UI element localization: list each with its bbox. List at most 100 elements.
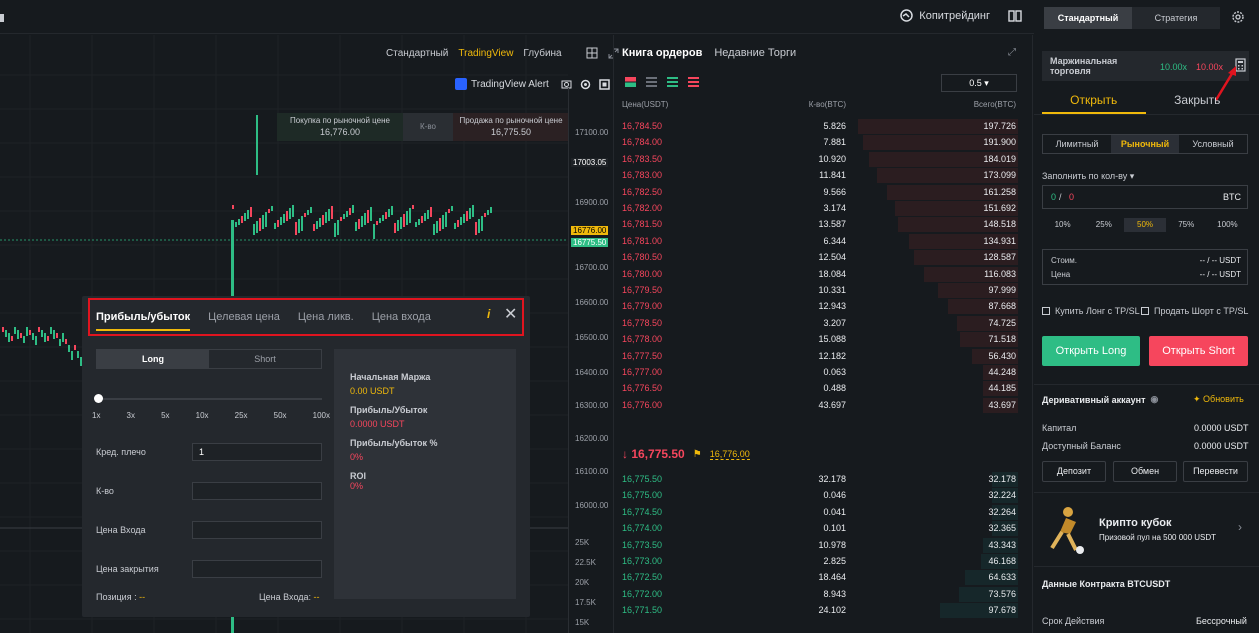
leverage-tick: 5x [161,411,170,420]
checkbox-icon[interactable] [1042,307,1050,315]
candle [271,206,273,211]
market-buy-button[interactable]: Покупка по рыночной цене 16,776.00 [277,113,403,141]
order-book-row[interactable]: 16,778.00 15.088 71.518 [622,331,1018,348]
tab-conditional[interactable]: Условный [1179,135,1247,153]
tp-sl-short-checkbox[interactable]: Продать Шорт с TP/SL [1141,306,1248,316]
view-both-icon[interactable] [625,77,636,87]
order-book-row[interactable]: 16,784.00 7.881 191.900 [622,134,1018,151]
order-book-row[interactable]: 16,780.50 12.504 128.587 [622,249,1018,266]
percent-option[interactable]: 100% [1207,218,1248,232]
percent-option[interactable]: 50% [1124,218,1166,232]
tab-liquidation-price[interactable]: Цена ликв. [298,311,354,323]
leverage-slider-handle[interactable] [94,394,103,403]
exchange-button[interactable]: Обмен [1113,461,1177,482]
expand-icon[interactable]: ⤢ [1008,47,1016,58]
order-book-row[interactable]: 16,782.50 9.566 161.258 [622,184,1018,201]
leverage-slider-track[interactable] [98,398,322,400]
order-book-row[interactable]: 16,783.00 11.841 173.099 [622,167,1018,184]
order-book-row[interactable]: 16,777.50 12.182 56.430 [622,348,1018,365]
order-book-row[interactable]: 16,779.50 10.331 97.999 [622,282,1018,299]
tab-tradingview[interactable]: TradingView [458,48,513,59]
long-toggle[interactable]: Long [97,350,209,368]
open-short-button[interactable]: Открыть Short [1149,336,1248,366]
order-book-row[interactable]: 16,781.50 13.587 148.518 [622,216,1018,233]
tab-market[interactable]: Рыночный [1111,135,1179,153]
gear-icon[interactable] [1231,10,1245,24]
chevron-right-icon[interactable]: › [1238,520,1242,534]
order-book-row[interactable]: 16,775.50 32.178 32.178 [622,471,1018,488]
qty-field[interactable]: 0 / 0 BTC [1042,185,1248,209]
tab-close[interactable]: Закрыть [1146,90,1250,114]
close-icon[interactable]: ✕ [504,304,517,324]
candle [346,211,348,217]
order-book-row[interactable]: 16,783.50 10.920 184.019 [622,151,1018,168]
tab-limit[interactable]: Лимитный [1043,135,1111,153]
tab-depth[interactable]: Глубина [523,48,561,59]
tab-strategy[interactable]: Стратегия [1132,7,1220,29]
view-asks-icon[interactable] [667,77,678,87]
refresh-link[interactable]: ✦ Обновить [1193,394,1244,405]
order-book-row[interactable]: 16,784.50 5.826 197.726 [622,118,1018,135]
tab-open[interactable]: Открыть [1042,90,1146,114]
candle [56,333,58,338]
candle [355,222,357,231]
tab-standard[interactable]: Стандартный [386,48,448,59]
transfer-button[interactable]: Перевести [1183,461,1248,482]
candle [232,205,234,209]
tp-sl-long-checkbox[interactable]: Купить Лонг с TP/SL [1042,306,1140,316]
order-book-row[interactable]: 16,777.00 0.063 44.248 [622,364,1018,381]
percent-option[interactable]: 75% [1166,218,1207,232]
order-book-row[interactable]: 16,774.50 0.041 32.264 [622,504,1018,521]
close-price-input[interactable] [192,560,322,578]
leverage-input[interactable]: 1 [192,443,322,461]
order-book-row[interactable]: 16,782.00 3.174 151.692 [622,200,1018,217]
market-sell-button[interactable]: Продажа по рыночной цене 16,775.50 [453,113,569,141]
open-long-button[interactable]: Открыть Long [1042,336,1140,366]
copy-trading-button[interactable]: Копитрейдинг [900,9,990,22]
entry-price-input[interactable] [192,521,322,539]
view-bids-icon[interactable] [646,77,657,87]
order-book-row[interactable]: 16,776.00 43.697 43.697 [622,397,1018,414]
order-book-row[interactable]: 16,780.00 18.084 116.083 [622,266,1018,283]
row-qty: 2.825 [823,556,846,566]
order-book-row[interactable]: 16,776.50 0.488 44.185 [622,380,1018,397]
checkbox-icon[interactable] [1141,307,1149,315]
order-book-row[interactable]: 16,774.00 0.101 32.365 [622,520,1018,537]
short-toggle[interactable]: Short [209,350,321,368]
order-book-row[interactable]: 16,773.50 10.978 43.343 [622,537,1018,554]
eye-icon[interactable]: ◉ [1150,394,1158,405]
order-book-row[interactable]: 16,775.00 0.046 32.224 [622,487,1018,504]
order-book-row[interactable]: 16,773.00 2.825 46.168 [622,553,1018,570]
order-book-row[interactable]: 16,779.00 12.943 87.668 [622,298,1018,315]
order-book-row[interactable]: 16,781.00 6.344 134.931 [622,233,1018,250]
grid-layout-icon[interactable] [586,47,598,59]
tab-pnl[interactable]: Прибыль/убыток [96,311,191,331]
tab-standard-mode[interactable]: Стандартный [1044,7,1132,29]
order-book-row[interactable]: 16,772.00 8.943 73.576 [622,586,1018,603]
order-book-row[interactable]: 16,778.50 3.207 74.725 [622,315,1018,332]
tick-size-select[interactable]: 0.5 ▾ [941,74,1017,92]
row-price: 16,783.00 [622,170,663,181]
tab-recent-trades[interactable]: Недавние Торги [714,47,796,59]
row-price: 16,778.00 [622,334,663,345]
margin-long-leverage[interactable]: 10.00x [1160,62,1187,72]
candle [391,206,393,215]
percent-option[interactable]: 10% [1042,218,1083,232]
book-icon[interactable] [1008,9,1022,23]
tab-target-price[interactable]: Целевая цена [208,311,280,323]
candle [8,333,10,342]
tab-order-book[interactable]: Книга ордеров [622,47,702,59]
order-book-row[interactable]: 16,771.50 24.102 97.678 [622,602,1018,619]
tab-entry-price[interactable]: Цена входа [372,311,431,323]
qty-input[interactable] [192,482,322,500]
deposit-button[interactable]: Депозит [1042,461,1106,482]
order-book-row[interactable]: 16,772.50 18.464 64.633 [622,569,1018,586]
candle [313,224,315,231]
market-sell-price: 16,775.50 [490,127,532,137]
candle [325,212,327,223]
promo-banner[interactable]: Крипто кубок Призовой пул на 500 000 USD… [1042,500,1248,562]
percent-option[interactable]: 25% [1083,218,1124,232]
row-qty: 12.182 [818,350,846,361]
view-asks-only-icon[interactable] [688,77,699,87]
info-icon[interactable]: i [487,307,490,321]
